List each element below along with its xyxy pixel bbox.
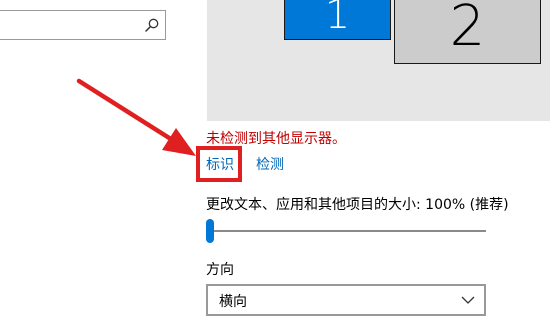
scale-slider-track[interactable] bbox=[206, 219, 486, 243]
detect-link[interactable]: 检测 bbox=[256, 154, 284, 174]
search-icon[interactable] bbox=[144, 17, 160, 33]
orientation-selected-value: 横向 bbox=[219, 294, 247, 310]
chevron-down-icon bbox=[461, 296, 475, 304]
scale-slider-thumb[interactable] bbox=[206, 219, 214, 243]
monitor-1-number: 1 bbox=[324, 0, 351, 38]
monitor-1[interactable]: 1 bbox=[284, 0, 391, 40]
search-box[interactable] bbox=[0, 10, 166, 40]
orientation-dropdown[interactable]: 横向 bbox=[206, 284, 486, 316]
monitor-2[interactable]: 2 bbox=[394, 0, 541, 64]
orientation-label: 方向 bbox=[206, 262, 234, 278]
display-arrangement-area: 1 2 bbox=[207, 0, 550, 121]
search-input[interactable] bbox=[5, 15, 135, 35]
scale-label: 更改文本、应用和其他项目的大小: 100% (推荐) bbox=[206, 197, 509, 213]
monitor-2-number: 2 bbox=[449, 0, 486, 59]
no-other-display-message: 未检测到其他显示器。 bbox=[206, 131, 346, 147]
identify-link[interactable]: 标识 bbox=[206, 154, 234, 174]
display-settings-page: 1 2 未检测到其他显示器。 标识 检测 更改文本、应用和其他项目的大小: 10… bbox=[0, 0, 550, 317]
